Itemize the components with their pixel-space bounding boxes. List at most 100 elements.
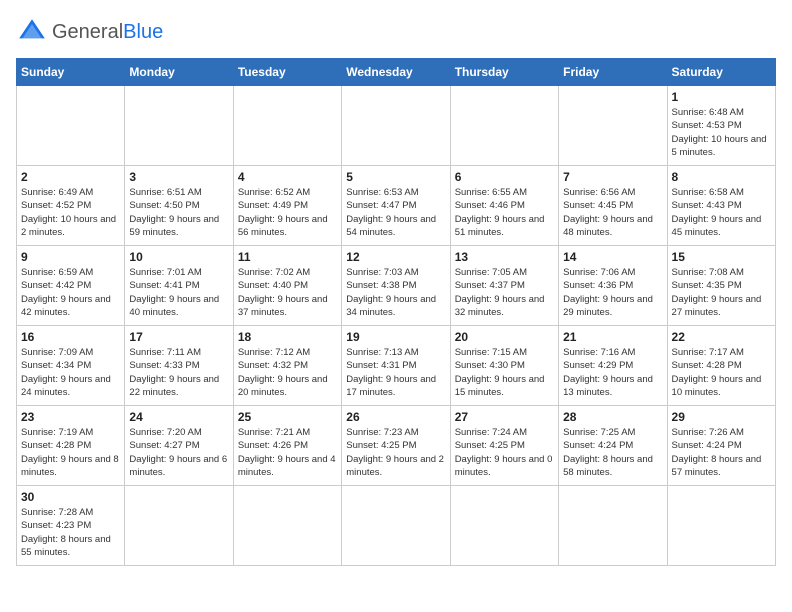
calendar-week-5: 23Sunrise: 7:19 AM Sunset: 4:28 PM Dayli… [17, 406, 776, 486]
calendar-table: SundayMondayTuesdayWednesdayThursdayFrid… [16, 58, 776, 566]
day-number: 9 [21, 250, 120, 264]
day-number: 23 [21, 410, 120, 424]
calendar-day-6: 6 Sunrise: 6:55 AM Sunset: 4:46 PM Daylig… [450, 166, 558, 246]
calendar-header-row: SundayMondayTuesdayWednesdayThursdayFrid… [17, 59, 776, 86]
calendar-day-7: 7 Sunrise: 6:56 AM Sunset: 4:45 PM Daylig… [559, 166, 667, 246]
day-info: Sunrise: 7:02 AM Sunset: 4:40 PM Dayligh… [238, 266, 337, 319]
day-info: Sunrise: 7:05 AM Sunset: 4:37 PM Dayligh… [455, 266, 554, 319]
day-info: Sunrise: 6:53 AM Sunset: 4:47 PM Dayligh… [346, 186, 445, 239]
day-info: Sunrise: 7:28 AM Sunset: 4:23 PM Dayligh… [21, 506, 120, 559]
logo-general: General [52, 21, 123, 43]
calendar-day-4: 4Sunrise: 6:52 AM Sunset: 4:49 PM Daylig… [233, 166, 341, 246]
calendar-day-23: 23Sunrise: 7:19 AM Sunset: 4:28 PM Dayli… [17, 406, 125, 486]
day-info: Sunrise: 7:08 AM Sunset: 4:35 PM Dayligh… [672, 266, 771, 319]
day-info: Sunrise: 6:55 AM Sunset: 4:46 PM Dayligh… [455, 186, 554, 239]
calendar-header-wednesday: Wednesday [342, 59, 450, 86]
day-info: Sunrise: 7:25 AM Sunset: 4:24 PM Dayligh… [563, 426, 662, 479]
day-number: 18 [238, 330, 337, 344]
day-info: Sunrise: 7:20 AM Sunset: 4:27 PM Dayligh… [129, 426, 228, 479]
day-info: Sunrise: 7:23 AM Sunset: 4:25 PM Dayligh… [346, 426, 445, 479]
calendar-header-thursday: Thursday [450, 59, 558, 86]
calendar-empty-cell [667, 486, 775, 566]
calendar-day-5: 5Sunrise: 6:53 AM Sunset: 4:47 PM Daylig… [342, 166, 450, 246]
day-number: 15 [672, 250, 771, 264]
calendar-empty-cell [125, 486, 233, 566]
day-info: Sunrise: 6:48 AM Sunset: 4:53 PM Dayligh… [672, 106, 771, 159]
calendar-day-26: 26 Sunrise: 7:23 AM Sunset: 4:25 PM Dayli… [342, 406, 450, 486]
calendar-day-27: 27 Sunrise: 7:24 AM Sunset: 4:25 PM Dayli… [450, 406, 558, 486]
calendar-day-2: 2Sunrise: 6:49 AM Sunset: 4:52 PM Daylig… [17, 166, 125, 246]
calendar-empty-cell [342, 86, 450, 166]
day-info: Sunrise: 7:01 AM Sunset: 4:41 PM Dayligh… [129, 266, 228, 319]
day-number: 11 [238, 250, 337, 264]
day-number: 8 [672, 170, 771, 184]
calendar-header-saturday: Saturday [667, 59, 775, 86]
calendar-week-2: 2Sunrise: 6:49 AM Sunset: 4:52 PM Daylig… [17, 166, 776, 246]
day-info: Sunrise: 6:58 AM Sunset: 4:43 PM Dayligh… [672, 186, 771, 239]
calendar-day-3: 3 Sunrise: 6:51 AM Sunset: 4:50 PM Daylig… [125, 166, 233, 246]
calendar-day-9: 9Sunrise: 6:59 AM Sunset: 4:42 PM Daylig… [17, 246, 125, 326]
day-info: Sunrise: 7:03 AM Sunset: 4:38 PM Dayligh… [346, 266, 445, 319]
day-number: 12 [346, 250, 445, 264]
day-number: 27 [455, 410, 554, 424]
day-number: 7 [563, 170, 662, 184]
calendar-week-3: 9Sunrise: 6:59 AM Sunset: 4:42 PM Daylig… [17, 246, 776, 326]
day-info: Sunrise: 7:26 AM Sunset: 4:24 PM Dayligh… [672, 426, 771, 479]
day-info: Sunrise: 7:06 AM Sunset: 4:36 PM Dayligh… [563, 266, 662, 319]
day-info: Sunrise: 7:11 AM Sunset: 4:33 PM Dayligh… [129, 346, 228, 399]
day-number: 10 [129, 250, 228, 264]
calendar-day-17: 17 Sunrise: 7:11 AM Sunset: 4:33 PM Dayli… [125, 326, 233, 406]
day-number: 24 [129, 410, 228, 424]
logo: GeneralBlue [16, 16, 163, 48]
logo-text: GeneralBlue [52, 22, 163, 42]
day-info: Sunrise: 6:56 AM Sunset: 4:45 PM Dayligh… [563, 186, 662, 239]
day-number: 22 [672, 330, 771, 344]
day-info: Sunrise: 7:09 AM Sunset: 4:34 PM Dayligh… [21, 346, 120, 399]
calendar-week-6: 30Sunrise: 7:28 AM Sunset: 4:23 PM Dayli… [17, 486, 776, 566]
calendar-day-24: 24 Sunrise: 7:20 AM Sunset: 4:27 PM Dayli… [125, 406, 233, 486]
calendar-day-12: 12 Sunrise: 7:03 AM Sunset: 4:38 PM Dayli… [342, 246, 450, 326]
calendar-day-11: 11 Sunrise: 7:02 AM Sunset: 4:40 PM Dayli… [233, 246, 341, 326]
day-number: 29 [672, 410, 771, 424]
calendar-day-16: 16 Sunrise: 7:09 AM Sunset: 4:34 PM Dayli… [17, 326, 125, 406]
calendar-day-18: 18 Sunrise: 7:12 AM Sunset: 4:32 PM Dayli… [233, 326, 341, 406]
day-info: Sunrise: 7:15 AM Sunset: 4:30 PM Dayligh… [455, 346, 554, 399]
calendar-empty-cell [125, 86, 233, 166]
day-number: 1 [672, 90, 771, 104]
day-number: 16 [21, 330, 120, 344]
calendar-empty-cell [450, 86, 558, 166]
calendar-empty-cell [233, 486, 341, 566]
calendar-header-sunday: Sunday [17, 59, 125, 86]
day-info: Sunrise: 7:24 AM Sunset: 4:25 PM Dayligh… [455, 426, 554, 479]
day-number: 6 [455, 170, 554, 184]
day-info: Sunrise: 6:51 AM Sunset: 4:50 PM Dayligh… [129, 186, 228, 239]
day-number: 17 [129, 330, 228, 344]
calendar-day-28: 28 Sunrise: 7:25 AM Sunset: 4:24 PM Dayli… [559, 406, 667, 486]
calendar-day-10: 10 Sunrise: 7:01 AM Sunset: 4:41 PM Dayli… [125, 246, 233, 326]
day-number: 2 [21, 170, 120, 184]
day-info: Sunrise: 7:12 AM Sunset: 4:32 PM Dayligh… [238, 346, 337, 399]
generalblue-logo-icon [16, 16, 48, 48]
calendar-empty-cell [559, 86, 667, 166]
logo-blue: Blue [123, 21, 163, 43]
day-number: 28 [563, 410, 662, 424]
day-number: 26 [346, 410, 445, 424]
calendar-day-1: 1 Sunrise: 6:48 AM Sunset: 4:53 PM Daylig… [667, 86, 775, 166]
day-info: Sunrise: 7:16 AM Sunset: 4:29 PM Dayligh… [563, 346, 662, 399]
calendar-day-14: 14 Sunrise: 7:06 AM Sunset: 4:36 PM Dayli… [559, 246, 667, 326]
calendar-header-friday: Friday [559, 59, 667, 86]
calendar-header-monday: Monday [125, 59, 233, 86]
calendar-week-1: 1 Sunrise: 6:48 AM Sunset: 4:53 PM Daylig… [17, 86, 776, 166]
calendar-day-19: 19 Sunrise: 7:13 AM Sunset: 4:31 PM Dayli… [342, 326, 450, 406]
day-info: Sunrise: 7:13 AM Sunset: 4:31 PM Dayligh… [346, 346, 445, 399]
calendar-header-tuesday: Tuesday [233, 59, 341, 86]
day-number: 19 [346, 330, 445, 344]
calendar-empty-cell [559, 486, 667, 566]
day-number: 14 [563, 250, 662, 264]
day-number: 3 [129, 170, 228, 184]
calendar-day-21: 21Sunrise: 7:16 AM Sunset: 4:29 PM Dayli… [559, 326, 667, 406]
day-number: 13 [455, 250, 554, 264]
calendar-day-30: 30Sunrise: 7:28 AM Sunset: 4:23 PM Dayli… [17, 486, 125, 566]
day-number: 25 [238, 410, 337, 424]
calendar-day-29: 29 Sunrise: 7:26 AM Sunset: 4:24 PM Dayli… [667, 406, 775, 486]
